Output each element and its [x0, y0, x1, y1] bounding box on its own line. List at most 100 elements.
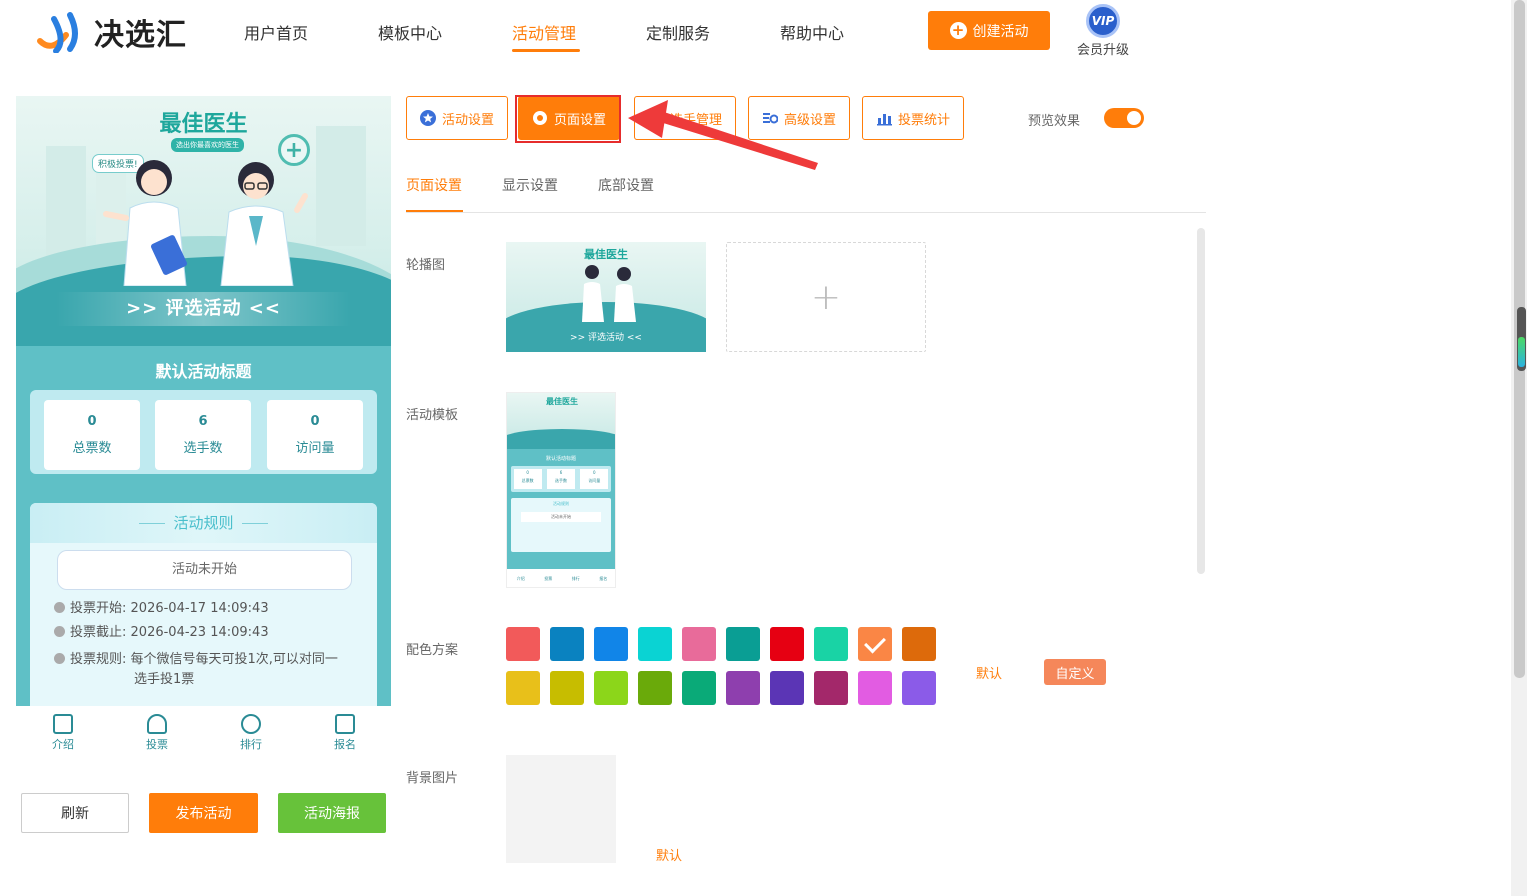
color-swatch[interactable] [726, 671, 760, 705]
side-widget[interactable] [1517, 307, 1526, 371]
custom-color-button[interactable]: 自定义 [1044, 659, 1106, 685]
carousel-thumb-strip: >> 评选活动 << [570, 333, 642, 343]
color-swatch[interactable] [902, 671, 936, 705]
tab-label: 排行 [240, 738, 262, 751]
envelope-icon [335, 714, 355, 734]
subtab-active-indicator [406, 210, 463, 212]
female-doctor-illustration [103, 160, 187, 286]
vote-start-value: 2026-04-17 14:09:43 [130, 601, 269, 616]
activity-title: 默认活动标题 [155, 362, 252, 381]
tab-signup[interactable]: 报名 [320, 714, 370, 752]
color-swatch[interactable] [814, 627, 848, 661]
tab-vote[interactable]: 投票 [132, 714, 182, 752]
vote-end-line: 投票截止: 2026-04-23 14:09:43 [54, 623, 269, 643]
nav-activity-management[interactable]: 活动管理 [512, 20, 576, 44]
banner-strip-text: >> 评选活动 << [56, 292, 351, 326]
nav-custom-service[interactable]: 定制服务 [646, 20, 710, 44]
color-swatch[interactable] [594, 671, 628, 705]
star-circle-icon [419, 110, 436, 126]
color-swatch[interactable] [682, 671, 716, 705]
subtab-page-settings[interactable]: 页面设置 [406, 175, 462, 195]
vote-start-line: 投票开始: 2026-04-17 14:09:43 [54, 599, 269, 619]
template-thumb-stat: 0 访问量 [580, 469, 609, 489]
preview-tabbar: 介绍 投票 排行 报名 [16, 706, 391, 764]
activity-status: 活动未开始 [57, 550, 352, 590]
nav-templates[interactable]: 模板中心 [378, 20, 442, 44]
rules-header: 活动规则 [30, 503, 377, 543]
activity-settings-button[interactable]: 活动设置 [406, 96, 508, 140]
carousel-image[interactable]: 最佳医生 >> 评选活动 << [506, 242, 706, 352]
page-scrollbar[interactable] [1511, 0, 1527, 896]
subtab-display-settings[interactable]: 显示设置 [502, 175, 558, 195]
color-swatch[interactable] [902, 627, 936, 661]
color-swatch[interactable] [858, 627, 892, 661]
vote-end-label: 投票截止: [70, 625, 127, 640]
template-thumb-stat: 0 总票数 [513, 469, 542, 489]
contestant-management-button[interactable]: 选手管理 [634, 96, 736, 140]
nav-help[interactable]: 帮助中心 [780, 20, 844, 44]
color-swatch[interactable] [858, 671, 892, 705]
color-swatch[interactable] [726, 627, 760, 661]
color-swatch[interactable] [550, 627, 584, 661]
preview-effect-toggle[interactable] [1104, 108, 1144, 128]
preview-banner: 最佳医生 选出你最喜欢的医生 积极投票! + >> 评选活动 << [16, 96, 391, 346]
vote-box-icon [147, 714, 167, 734]
trophy-icon [241, 714, 261, 734]
page: 决选汇 用户首页 模板中心 活动管理 定制服务 帮助中心 + 创建活动 VIP … [0, 0, 1527, 896]
add-carousel-button[interactable]: + [726, 242, 926, 352]
tab-intro[interactable]: 介绍 [38, 714, 88, 752]
background-default-link[interactable]: 默认 [656, 845, 682, 864]
color-swatch[interactable] [506, 627, 540, 661]
vip-label: 会员升级 [1076, 43, 1129, 58]
vip-upgrade[interactable]: VIP 会员升级 [1073, 4, 1133, 58]
stats-panel: 0 总票数 6 选手数 0 访问量 [30, 390, 377, 474]
stat-value: 6 [198, 414, 208, 429]
document-icon [53, 714, 73, 734]
color-swatch[interactable] [682, 627, 716, 661]
stat-label: 选手数 [183, 441, 223, 456]
background-image[interactable] [506, 755, 616, 863]
subtab-divider [406, 212, 1206, 213]
highlight-box [515, 95, 621, 143]
panel-scrollbar[interactable] [1197, 228, 1205, 574]
bar-chart-icon [876, 110, 892, 126]
vote-rule-line: 投票规则: 每个微信号每天可投1次,可以对同一 选手投1票 [54, 650, 338, 690]
color-swatch[interactable] [550, 671, 584, 705]
stat-label: 总票数 [72, 441, 112, 456]
publish-activity-button[interactable]: 发布活动 [149, 793, 258, 833]
vote-statistics-button[interactable]: 投票统计 [862, 96, 964, 140]
refresh-button[interactable]: 刷新 [21, 793, 129, 833]
activity-poster-button[interactable]: 活动海报 [278, 793, 386, 833]
info-icon [54, 653, 65, 664]
template-thumb-rules: 活动规则 活动未开始 [511, 498, 611, 552]
rules-panel: 活动规则 活动未开始 投票开始: 2026-04-17 14:09:43 投票截… [30, 503, 377, 706]
color-swatch[interactable] [814, 671, 848, 705]
rules-title: 活动规则 [173, 514, 234, 532]
advanced-settings-button[interactable]: 高级设置 [748, 96, 850, 140]
template-thumbnail[interactable]: 最佳医生 默认活动标题 0 总票数 6 选手数 0 访问量 活动规则 活动未开始 介绍… [506, 392, 616, 588]
tab-ranking[interactable]: 排行 [226, 714, 276, 752]
tab-label: 介绍 [52, 738, 74, 751]
logo[interactable]: 决选汇 [36, 10, 187, 54]
banner-subtitle: 选出你最喜欢的医生 [171, 138, 244, 152]
color-swatch[interactable] [594, 627, 628, 661]
color-swatch[interactable] [506, 671, 540, 705]
vote-end-value: 2026-04-23 14:09:43 [130, 625, 269, 640]
color-swatch[interactable] [770, 627, 804, 661]
clock-icon [54, 602, 65, 613]
tool-label: 高级设置 [783, 112, 836, 128]
create-activity-button[interactable]: + 创建活动 [928, 11, 1050, 50]
doctors-thumbnail [582, 265, 636, 322]
color-swatch[interactable] [770, 671, 804, 705]
subtab-footer-settings[interactable]: 底部设置 [598, 175, 654, 195]
create-activity-label: 创建活动 [972, 23, 1029, 40]
nav-home[interactable]: 用户首页 [244, 20, 308, 44]
vote-rule-text-1: 每个微信号每天可投1次,可以对同一 [130, 652, 338, 667]
stat-label: 访问量 [295, 441, 335, 456]
color-swatch[interactable] [638, 671, 672, 705]
default-color-link[interactable]: 默认 [976, 663, 1002, 682]
preview-effect-label: 预览效果 [1028, 114, 1081, 129]
color-swatch[interactable] [638, 627, 672, 661]
color-scheme-label: 配色方案 [406, 643, 459, 658]
clock-icon [54, 626, 65, 637]
